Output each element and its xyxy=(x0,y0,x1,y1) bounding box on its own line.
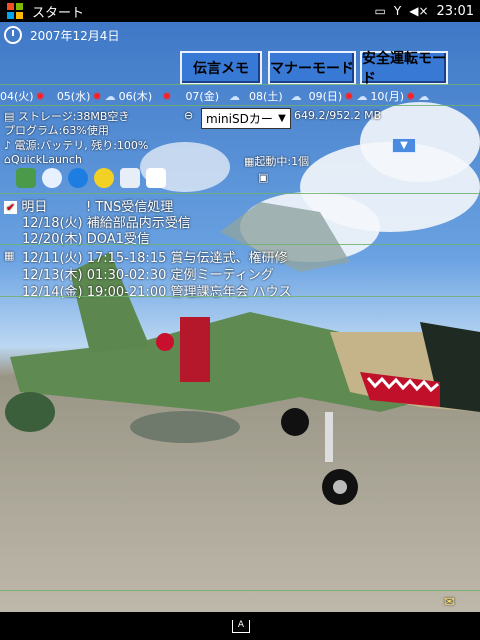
divider xyxy=(0,590,480,591)
sun-icon: ✹ xyxy=(35,89,45,103)
cloud-icon: ☁ xyxy=(104,89,116,103)
weather-day: 08(土) ☁ xyxy=(249,88,303,104)
divider xyxy=(0,84,480,85)
calendar-icon: ▦ xyxy=(4,249,15,262)
sun-icon: ✹ xyxy=(92,89,102,103)
running-apps[interactable]: ▦起動中:1個 xyxy=(244,153,309,169)
weather-day-label: 10(月) xyxy=(370,90,405,103)
divider xyxy=(0,296,480,297)
volume-mute-icon[interactable]: ◀× xyxy=(409,4,428,18)
quicklaunch-icons xyxy=(16,168,166,188)
signal-off-icon[interactable]: Y xyxy=(394,4,401,18)
date-row[interactable]: 2007年12月4日 xyxy=(0,24,119,46)
program-text: プログラム:63%使用 xyxy=(4,124,109,137)
cloud-icon: ☁ xyxy=(290,89,302,103)
weather-day-label: 09(日) xyxy=(308,90,343,103)
card-space: 649.2/952.2 MB xyxy=(294,109,382,122)
quicklaunch-text: QuickLaunch xyxy=(10,153,82,166)
weather-forecast[interactable]: 04(火) ✹ 05(水) ✹ ☁ 06(木) ✹ 07(金) ☁ 08(土) ☁ 09(日… xyxy=(0,87,480,105)
program-memory[interactable]: プログラム:63%使用 xyxy=(4,122,109,138)
cloud-icon: ☁ xyxy=(229,89,241,103)
quicklaunch-label: ⌂QuickLaunch xyxy=(4,153,82,166)
calendar-app-icon[interactable] xyxy=(120,168,140,188)
running-icon: ▦ xyxy=(244,155,255,168)
messenger-icon[interactable] xyxy=(94,168,114,188)
sun-icon: ✹ xyxy=(162,89,172,103)
sun-icon: ✹ xyxy=(406,89,416,103)
weather-day-label: 04(火) xyxy=(0,90,34,103)
weather-day: 07(金) ☁ xyxy=(185,88,241,104)
card-icon: ⊖ xyxy=(184,109,194,122)
keyboard-icon[interactable]: A xyxy=(232,620,250,633)
weather-day: 04(火) ✹ xyxy=(0,88,47,104)
weather-day: 09(日) ✹ ☁ xyxy=(309,88,369,104)
storage-select-value: miniSDカード xyxy=(206,112,285,126)
power-info[interactable]: ♪ 電源:バッテリ, 残り:100% xyxy=(4,137,148,153)
running-app-icon[interactable]: ▣ xyxy=(258,171,268,184)
weather-day-label: 06(木) xyxy=(118,90,153,103)
expand-dropdown-button[interactable]: ▼ xyxy=(392,138,416,153)
status-bar: スタート ▭ Y ◀× 23:01 xyxy=(0,0,480,22)
window-title[interactable]: スタート xyxy=(32,2,84,21)
driving-mode-button[interactable]: 安全運転モード xyxy=(360,51,448,87)
cloud-icon: ☁ xyxy=(418,89,430,103)
cloud-icon: ☁ xyxy=(356,89,368,103)
notes-app-icon[interactable] xyxy=(146,168,166,188)
battery-icon[interactable]: ▭ xyxy=(375,4,386,18)
task-check-icon: ✔ xyxy=(4,201,18,214)
power-text: 電源:バッテリ, 残り:100% xyxy=(14,139,149,152)
current-date: 2007年12月4日 xyxy=(30,28,120,43)
manner-mode-button[interactable]: マナーモード xyxy=(268,51,356,85)
tree-app-icon[interactable] xyxy=(16,168,36,188)
clock-time[interactable]: 23:01 xyxy=(437,4,474,19)
clock-icon xyxy=(4,26,22,44)
media-player-icon[interactable] xyxy=(42,168,62,188)
browser-icon[interactable] xyxy=(68,168,88,188)
appointment-item[interactable]: 12/14(金) 19:00-21:00 管理課忘年会 ハウス xyxy=(22,281,292,300)
weather-day: 10(月) ✹ ☁ xyxy=(370,88,430,104)
notification-icon[interactable]: ✉ xyxy=(444,595,455,610)
running-text: 起動中:1個 xyxy=(254,155,310,168)
divider xyxy=(0,244,480,245)
weather-day-label: 05(水) xyxy=(56,90,91,103)
storage-select[interactable]: miniSDカード ▼ xyxy=(201,108,291,129)
windows-start-icon[interactable] xyxy=(4,0,26,22)
weather-day: 06(木) ✹ xyxy=(119,88,174,104)
quicklaunch-icon: ⌂ xyxy=(4,153,11,166)
power-icon: ♪ xyxy=(4,139,15,152)
sun-icon: ✹ xyxy=(344,89,354,103)
jet-image xyxy=(5,202,480,505)
divider xyxy=(0,105,480,106)
weather-day-label: 07(金) xyxy=(185,90,220,103)
dropdown-arrow-icon[interactable]: ▼ xyxy=(274,109,290,128)
message-memo-button[interactable]: 伝言メモ xyxy=(180,51,262,85)
weather-day: 05(水) ✹ ☁ xyxy=(57,88,117,104)
divider xyxy=(0,193,480,194)
weather-day-label: 08(土) xyxy=(249,90,283,103)
